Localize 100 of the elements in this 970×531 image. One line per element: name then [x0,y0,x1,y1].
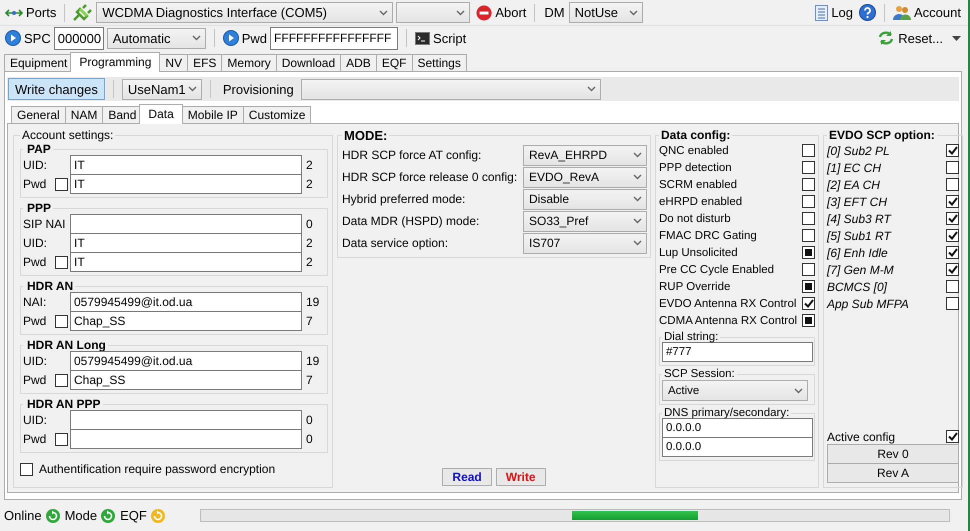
option-label: [2] EA CH [827,178,880,192]
dropdown[interactable]: EVDO_RevA [523,166,647,188]
rev-button[interactable]: Rev A [827,463,959,484]
checkbox[interactable] [946,161,959,174]
users-icon [893,4,912,20]
checkbox[interactable] [20,462,33,476]
checkbox[interactable] [946,246,959,259]
checkbox[interactable] [946,297,959,310]
input-field[interactable]: FFFFFFFFFFFFFFFF [270,26,398,50]
input-field[interactable] [70,429,302,449]
checkbox[interactable] [946,280,959,293]
tab[interactable]: Data [139,104,183,124]
input-field[interactable]: IT [70,252,302,272]
checkbox[interactable] [802,178,815,191]
input-field[interactable]: 0579945499@it.od.ua [70,292,302,312]
field-label: NAI: [23,295,46,309]
checkbox-label: FMAC DRC Gating [659,230,757,242]
input-field[interactable]: IT [70,233,302,253]
checkbox[interactable] [802,314,815,327]
dropdown[interactable]: Active [662,380,808,401]
input-field[interactable]: Chap_SS [70,311,302,331]
plug-icon[interactable] [72,4,92,22]
write-changes-button[interactable]: Write changes [8,78,105,100]
chevron-icon [192,35,201,41]
tab[interactable]: Customize [242,106,312,123]
checkbox[interactable] [802,212,815,225]
log-button[interactable]: Log [812,4,856,20]
checkbox[interactable] [802,195,815,208]
option-label: [3] EFT CH [827,194,888,208]
checkbox-label: Active config [827,430,896,444]
play-icon [5,30,21,46]
read-button[interactable]: Read [442,468,492,486]
checkbox-label: PPP detection [659,162,732,174]
checkbox[interactable] [802,297,815,310]
input-field[interactable]: 0579945499@it.od.ua [70,351,302,371]
tab[interactable]: Memory [221,54,277,71]
checkbox[interactable] [802,246,815,259]
status-icon [150,508,166,524]
tab[interactable]: NAM [64,106,104,123]
checkbox[interactable] [946,430,959,444]
dropdown[interactable]: RevA_EHRPD [523,144,647,166]
spc-button[interactable]: SPC [2,30,54,46]
tab[interactable]: Settings [412,54,467,71]
checkbox-label: eHRPD enabled [659,196,742,208]
checkbox[interactable] [802,161,815,174]
chevron-icon [633,196,642,202]
dropdown[interactable]: IS707 [523,232,647,254]
dropdown[interactable]: SO33_Pref [523,210,647,232]
field-label: Pwd [23,373,46,387]
script-button[interactable]: Script [412,30,470,46]
status-label: Mode [64,508,98,524]
input-field[interactable] [70,214,302,234]
checkbox[interactable] [946,263,959,276]
checkbox[interactable] [802,263,815,276]
checkbox[interactable] [946,195,959,208]
checkbox[interactable] [55,178,68,190]
character-count: 2 [305,177,314,191]
checkbox[interactable] [55,432,68,446]
dropdown[interactable]: Disable [523,188,647,210]
rev-button[interactable]: Rev 0 [827,444,959,464]
dropdown[interactable]: WCDMA Diagnostics Interface (COM5) [96,2,394,23]
tab[interactable]: Programming [70,52,160,72]
input-field[interactable] [70,410,302,430]
dropdown[interactable]: UseNam1 [122,78,202,100]
checkbox[interactable] [55,374,68,386]
abort-button[interactable]: Abort [473,4,530,20]
status-icon [100,508,116,524]
option-label: [6] Enh Idle [827,246,888,260]
checkbox[interactable] [946,212,959,225]
pwd-button[interactable]: Pwd [220,30,270,46]
input-field[interactable]: IT [70,174,302,194]
reset-button[interactable]: Reset... [874,30,964,46]
chevron-icon [456,10,466,16]
checkbox[interactable] [946,229,959,242]
input-field[interactable]: 000000 [54,26,104,50]
help-icon[interactable] [859,4,876,21]
input-field[interactable]: IT [70,155,302,175]
dropdown[interactable]: NotUse [568,2,643,23]
checkbox[interactable] [55,256,68,268]
checkbox[interactable] [55,314,68,328]
chevron-icon [633,240,642,246]
tab[interactable]: EQF [376,54,412,71]
input-field[interactable]: 0.0.0.0 [662,418,813,438]
checkbox-label: Do not disturb [659,212,731,224]
tab[interactable]: Mobile IP [182,106,244,123]
checkbox[interactable] [802,144,815,157]
input-field[interactable]: 0.0.0.0 [662,437,813,457]
checkbox[interactable] [802,280,815,293]
character-count: 7 [305,314,314,328]
dropdown[interactable]: Automatic [106,28,206,48]
checkbox[interactable] [802,229,815,242]
checkbox[interactable] [946,178,959,191]
ports-button[interactable]: Ports [2,5,60,20]
input-field[interactable]: #777 [662,342,813,362]
tab[interactable]: General [11,106,66,123]
input-field[interactable]: Chap_SS [70,370,302,390]
write-button[interactable]: Write [496,468,546,486]
checkbox[interactable] [946,144,959,157]
account-button[interactable]: Account [890,4,964,20]
group-title: HDR AN [26,279,74,293]
